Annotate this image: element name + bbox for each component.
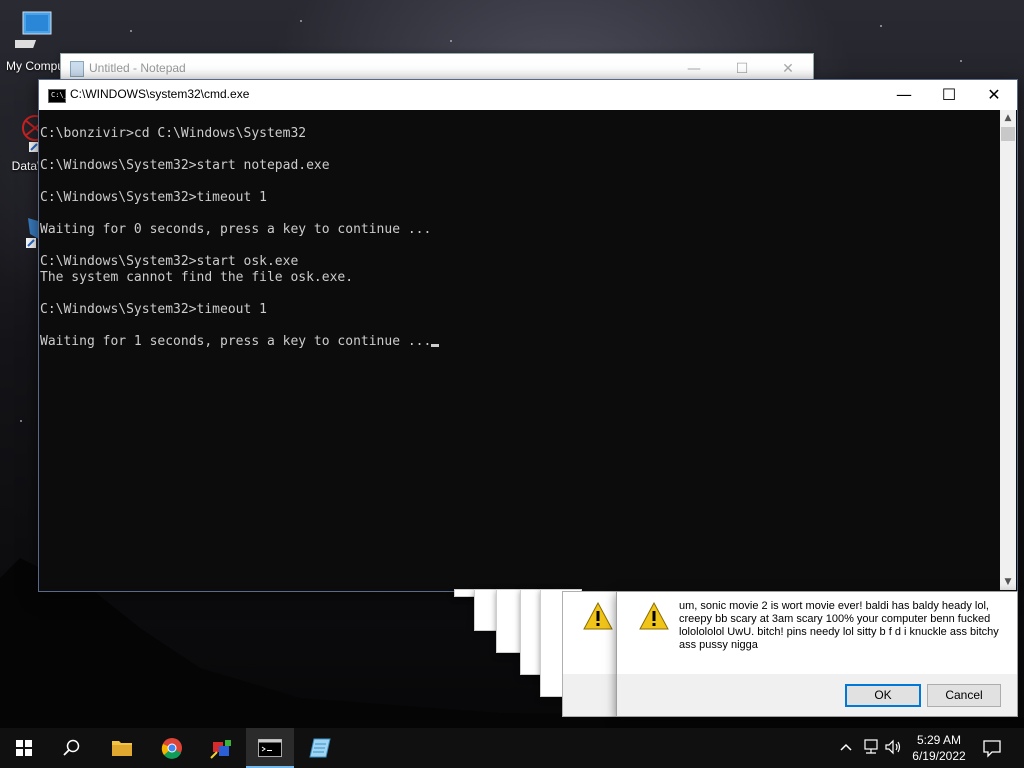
cmd-title: C:\WINDOWS\system32\cmd.exe [70,87,250,101]
notepad-icon [309,738,331,758]
folder-icon [112,741,132,756]
console-output[interactable]: C:\bonzivir>cd C:\Windows\System32 C:\Wi… [40,110,999,606]
clock-time: 5:29 AM [916,733,962,747]
ok-button[interactable]: OK [845,684,921,707]
file-explorer-button[interactable] [98,728,146,768]
computer-icon [5,10,65,57]
notepad-taskbar-button[interactable] [296,728,344,768]
cmd-minimize-button[interactable]: — [881,80,927,110]
cmd-taskbar-button[interactable] [246,728,294,768]
taskbar: 5:29 AM 6/19/2022 [0,728,1024,768]
notepad-icon [70,61,84,77]
console-last-line: Waiting for 1 seconds, press a key to co… [40,334,432,349]
desktop-icon-my-computer[interactable]: My Compu [5,10,65,73]
cmd-icon [258,739,282,757]
cmd-maximize-button[interactable]: ☐ [926,80,972,110]
chrome-button[interactable] [148,728,196,768]
console-line: C:\bonzivir>cd C:\Windows\System32 [40,126,307,141]
desktop-icon-label: My Compu [5,59,64,73]
cmd-scrollbar[interactable]: ▲ ▼ [1000,110,1016,590]
scroll-down-arrow-icon[interactable]: ▼ [1000,574,1016,590]
search-icon [63,739,80,756]
start-button[interactable] [0,728,48,768]
network-icon[interactable] [862,739,880,755]
notepad-title: Untitled - Notepad [89,61,186,75]
scroll-thumb[interactable] [1001,127,1015,141]
console-line: Waiting for 0 seconds, press a key to co… [40,222,432,237]
cmd-window[interactable]: C:\_ C:\WINDOWS\system32\cmd.exe — ☐ ✕ C… [38,79,1018,592]
search-button[interactable] [48,728,96,768]
windows-logo-icon [16,740,32,756]
console-line: The system cannot find the file osk.exe. [40,270,354,285]
dialog-footer [563,674,619,716]
cancel-button[interactable]: Cancel [927,684,1001,707]
console-line: Waiting for 1 seconds, press a key to co… [40,334,999,350]
message-box-behind [562,591,620,717]
cmd-title-bar[interactable]: C:\_ C:\WINDOWS\system32\cmd.exe — ☐ ✕ [39,80,1017,110]
paint-button[interactable] [198,728,246,768]
message-text: um, sonic movie 2 is wort movie ever! ba… [679,600,999,651]
scroll-up-arrow-icon[interactable]: ▲ [1000,110,1016,126]
system-tray [836,728,901,768]
paint-icon [210,740,231,759]
chevron-up-icon[interactable] [840,742,852,752]
warning-icon [639,602,669,630]
text-cursor [431,344,440,347]
clock-date: 6/19/2022 [912,749,966,763]
console-line: C:\Windows\System32>timeout 1 [40,190,267,205]
chrome-icon [161,738,182,759]
notification-icon[interactable] [982,738,1002,758]
cmd-icon: C:\_ [48,89,68,103]
taskbar-clock[interactable]: 5:29 AM 6/19/2022 [898,732,980,764]
console-line: C:\Windows\System32>start notepad.exe [40,158,330,173]
message-box[interactable]: um, sonic movie 2 is wort movie ever! ba… [616,591,1018,717]
warning-icon [583,602,613,630]
console-line: C:\Windows\System32>timeout 1 [40,302,267,317]
cmd-close-button[interactable]: ✕ [971,80,1017,110]
console-line: C:\Windows\System32>start osk.exe [40,254,299,269]
